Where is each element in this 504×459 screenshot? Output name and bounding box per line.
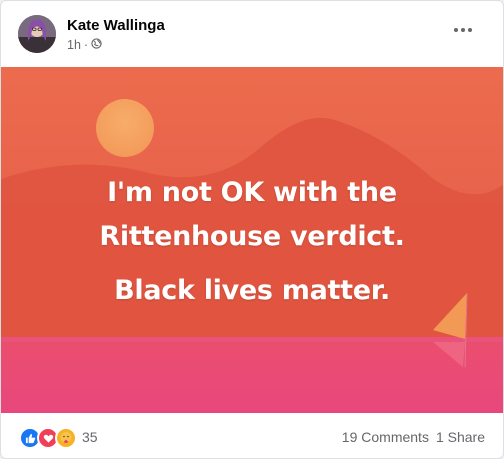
care-icon <box>55 427 77 449</box>
post-header: Kate Wallinga 1h · <box>1 1 503 65</box>
reactions-summary[interactable] <box>19 427 77 449</box>
reaction-count[interactable]: 35 <box>82 429 98 445</box>
more-options-button[interactable] <box>449 21 477 39</box>
post-card: Kate Wallinga 1h · I'm not OK with the R… <box>0 0 504 459</box>
more-dots-icon <box>454 28 458 32</box>
post-background[interactable]: I'm not OK with the Rittenhouse verdict.… <box>1 67 503 413</box>
sun-shape <box>96 99 154 157</box>
author-avatar[interactable] <box>18 15 56 53</box>
globe-icon <box>91 38 102 52</box>
comments-count[interactable]: 19 Comments <box>342 429 429 445</box>
shares-count[interactable]: 1 Share <box>436 429 485 445</box>
meta-separator: · <box>83 38 89 52</box>
author-name[interactable]: Kate Wallinga <box>67 17 165 34</box>
post-footer: 35 19 Comments 1 Share <box>1 413 503 458</box>
post-text-line-3: Black lives matter. <box>114 275 390 306</box>
post-meta: 1h · <box>67 38 102 52</box>
post-text-line-1: I'm not OK with the <box>107 177 397 208</box>
post-stats: 19 Comments 1 Share <box>342 429 485 445</box>
post-text-line-2: Rittenhouse verdict. <box>99 221 405 252</box>
post-time[interactable]: 1h <box>67 38 81 52</box>
